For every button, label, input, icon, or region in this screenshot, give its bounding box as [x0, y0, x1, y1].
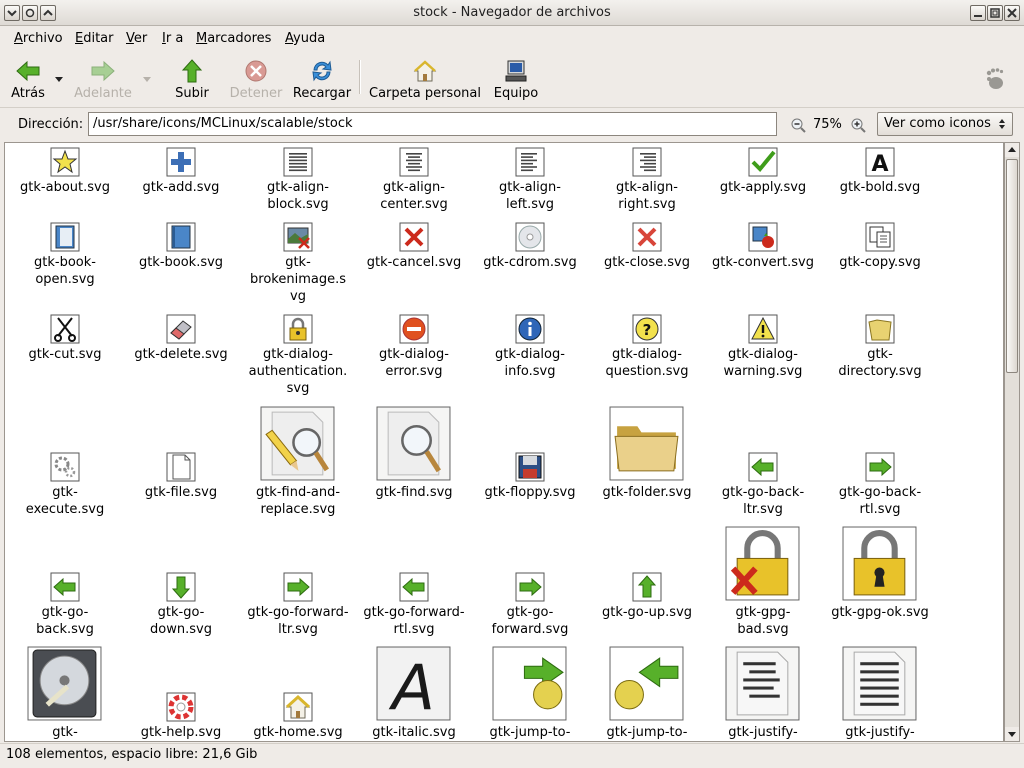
help-icon [166, 692, 196, 722]
menu-bar: Archivo Editar Ver Ir a Marcadores Ayuda [0, 26, 1024, 52]
location-label: Dirección: [18, 117, 84, 132]
file-name-line: gtk-justify- [728, 725, 798, 740]
triangle-up-icon [1008, 147, 1016, 152]
file-name-line: gtk-jump-to- [606, 725, 688, 740]
location-input[interactable]: /usr/share/icons/MCLinux/scalable/stock [88, 112, 777, 136]
scroll-down-button[interactable] [1005, 727, 1019, 741]
arrow-left-icon [16, 60, 40, 82]
scroll-thumb[interactable] [1006, 159, 1018, 373]
file-icon-item[interactable]: gtk-jump-to- [472, 143, 588, 741]
title-bar[interactable]: stock - Navegador de archivos [0, 0, 1024, 26]
vertical-scrollbar[interactable] [1004, 142, 1020, 742]
close-window-button[interactable] [1004, 5, 1020, 21]
justify-big-icon [725, 646, 800, 721]
file-icon-item[interactable]: gtk-justify- [705, 143, 821, 741]
reload-button[interactable]: Recargar [292, 54, 352, 104]
stop-button[interactable]: Detener [228, 54, 284, 104]
file-name-line: gtk-jump-to- [489, 725, 571, 740]
zoom-out-icon[interactable] [790, 117, 806, 133]
file-name-label: gtk-italic.svg [356, 724, 472, 741]
home-icon [283, 692, 313, 722]
file-name-label: gtk-justify- [822, 724, 938, 741]
file-name-label: gtk-jump-to- [472, 724, 588, 741]
minimize-icon [974, 15, 982, 17]
status-text: 108 elementos, espacio libre: 21,6 Gib [6, 747, 258, 762]
reload-icon [312, 60, 332, 82]
gnome-foot-icon [986, 68, 1004, 89]
file-name-line: gtk-home.svg [253, 725, 343, 740]
menu-ver[interactable]: Ver [126, 31, 147, 46]
close-icon [1007, 8, 1017, 18]
file-icon-item[interactable]: gtk-justify- [822, 143, 938, 741]
menu-ayuda[interactable]: Ayuda [285, 31, 325, 46]
back-button[interactable]: Atrás [8, 54, 48, 104]
forward-history-dropdown[interactable] [140, 54, 154, 104]
justify-fill-icon [842, 646, 917, 721]
menu-marcadores[interactable]: Marcadores [196, 31, 271, 46]
computer-button[interactable]: Equipo [492, 54, 540, 104]
window-title: stock - Navegador de archivos [413, 5, 611, 20]
forward-button[interactable]: Adelante [72, 54, 134, 104]
file-icon-item[interactable]: gtk-help.svg [123, 143, 239, 741]
arrow-right-icon [91, 60, 115, 82]
file-name-line: gtk- [52, 725, 78, 740]
file-icon-item[interactable]: gtk-jump-to- [589, 143, 705, 741]
minimize-button[interactable] [970, 5, 986, 21]
jump-ltr-icon [492, 646, 567, 721]
location-bar: Dirección: /usr/share/icons/MCLinux/scal… [0, 109, 1024, 141]
triangle-down-icon [143, 77, 151, 82]
scroll-up-button[interactable] [1005, 143, 1019, 157]
arrow-up-icon [181, 59, 203, 83]
file-icon-item[interactable]: Agtk-italic.svg [356, 143, 472, 741]
maximize-icon [990, 8, 1000, 18]
file-name-label: gtk- [7, 724, 123, 741]
file-name-line: gtk-help.svg [140, 725, 222, 740]
toolbar: Atrás Adelante Subir Detener Recargar Ca… [0, 52, 1024, 108]
home-icon [413, 60, 437, 82]
menu-archivo[interactable]: Archivo [14, 31, 63, 46]
icon-view[interactable]: gtk-about.svg gtk-add.svg gtk-align-block.… [4, 142, 1004, 742]
jump-rtl-icon [609, 646, 684, 721]
spinner-arrows-icon [999, 119, 1005, 129]
zoom-in-icon[interactable] [850, 117, 866, 133]
triangle-down-icon [55, 77, 63, 82]
status-bar: 108 elementos, espacio libre: 21,6 Gib [0, 743, 1024, 768]
view-as-select[interactable]: Ver como iconos [877, 112, 1013, 136]
zoom-level[interactable]: 75% [813, 117, 842, 132]
file-icon-item[interactable]: gtk- [7, 143, 123, 741]
harddisk-icon [27, 646, 102, 721]
file-name-line: gtk-italic.svg [372, 725, 456, 740]
up-button[interactable]: Subir [172, 54, 212, 104]
file-name-label: gtk-home.svg [240, 724, 356, 741]
file-name-line: gtk-justify- [845, 725, 915, 740]
svg-text:A: A [388, 651, 435, 722]
triangle-down-icon [1008, 732, 1016, 737]
toolbar-separator [359, 60, 361, 94]
computer-icon [505, 60, 527, 82]
menu-editar[interactable]: Editar [75, 31, 114, 46]
file-name-label: gtk-jump-to- [589, 724, 705, 741]
menu-ir-a[interactable]: Ir a [162, 31, 183, 46]
file-browser-window: stock - Navegador de archivos Archivo Ed… [0, 0, 1024, 768]
file-name-label: gtk-justify- [705, 724, 821, 741]
back-history-dropdown[interactable] [52, 54, 66, 104]
home-folder-button[interactable]: Carpeta personal [368, 54, 482, 104]
stop-icon [245, 60, 267, 82]
maximize-button[interactable] [987, 5, 1003, 21]
file-icon-item[interactable]: gtk-home.svg [240, 143, 356, 741]
italic-icon: A [376, 646, 451, 722]
file-name-label: gtk-help.svg [123, 724, 239, 741]
